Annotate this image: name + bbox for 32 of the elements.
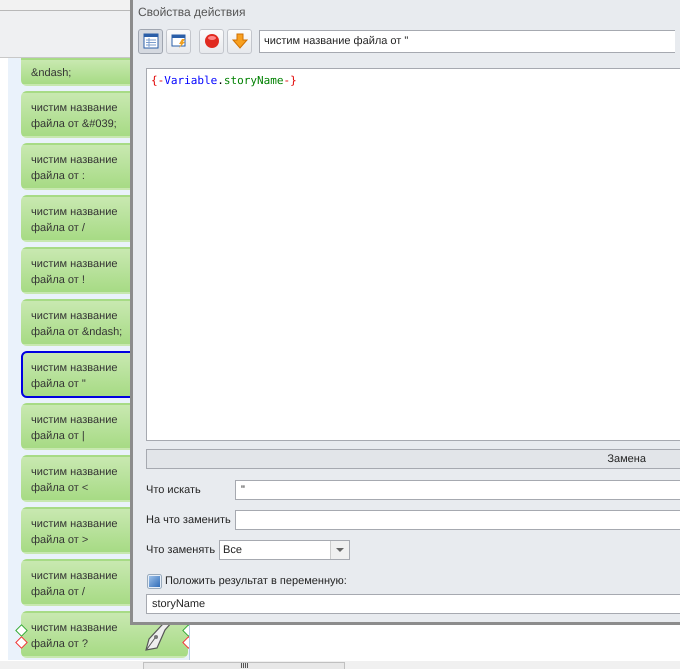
- toolbar-button[interactable]: [166, 28, 191, 54]
- block-label: чистим название файла от :: [31, 153, 118, 184]
- block-label: чистим название файла от &ndash;: [31, 309, 124, 340]
- block-label: &ndash;: [31, 66, 72, 81]
- checkbox[interactable]: [147, 574, 162, 588]
- down-arrow-icon: [232, 33, 248, 49]
- input-field[interactable]: storyName: [146, 594, 680, 614]
- block-label: чистим название файла от ": [31, 361, 118, 392]
- window-lightning-icon: [170, 33, 186, 49]
- dropdown[interactable]: Все: [219, 540, 350, 560]
- input-field[interactable]: [235, 510, 680, 530]
- block-label: чистим название файла от /: [31, 205, 118, 236]
- block-label: чистим название файла от &#039;: [31, 101, 118, 132]
- block-label: чистим название файла от /: [31, 569, 118, 600]
- block-label: чистим название файла от !: [31, 257, 118, 288]
- code-editor[interactable]: {-Variable.storyName-}: [146, 68, 680, 441]
- action-name-field[interactable]: чистим название файла от ": [259, 30, 675, 52]
- block-label: чистим название файла от |: [31, 413, 118, 444]
- caret-icon: [336, 548, 344, 552]
- table-icon: [142, 33, 158, 49]
- stop-icon: [204, 33, 220, 49]
- block-label: чистим название файла от >: [31, 517, 118, 548]
- dialog-title: Свойства действия: [137, 4, 246, 21]
- grip-icon: [240, 663, 248, 668]
- section-header: Замена: [146, 449, 680, 469]
- input-field[interactable]: ": [235, 480, 680, 500]
- block-label: чистим название файла от ?: [31, 621, 118, 652]
- toolbar-button[interactable]: [138, 28, 163, 54]
- scrollbar-thumb[interactable]: [143, 662, 345, 669]
- toolbar-button[interactable]: [227, 28, 252, 54]
- block-label: чистим название файла от <: [31, 465, 118, 496]
- toolbar-button[interactable]: [199, 28, 224, 54]
